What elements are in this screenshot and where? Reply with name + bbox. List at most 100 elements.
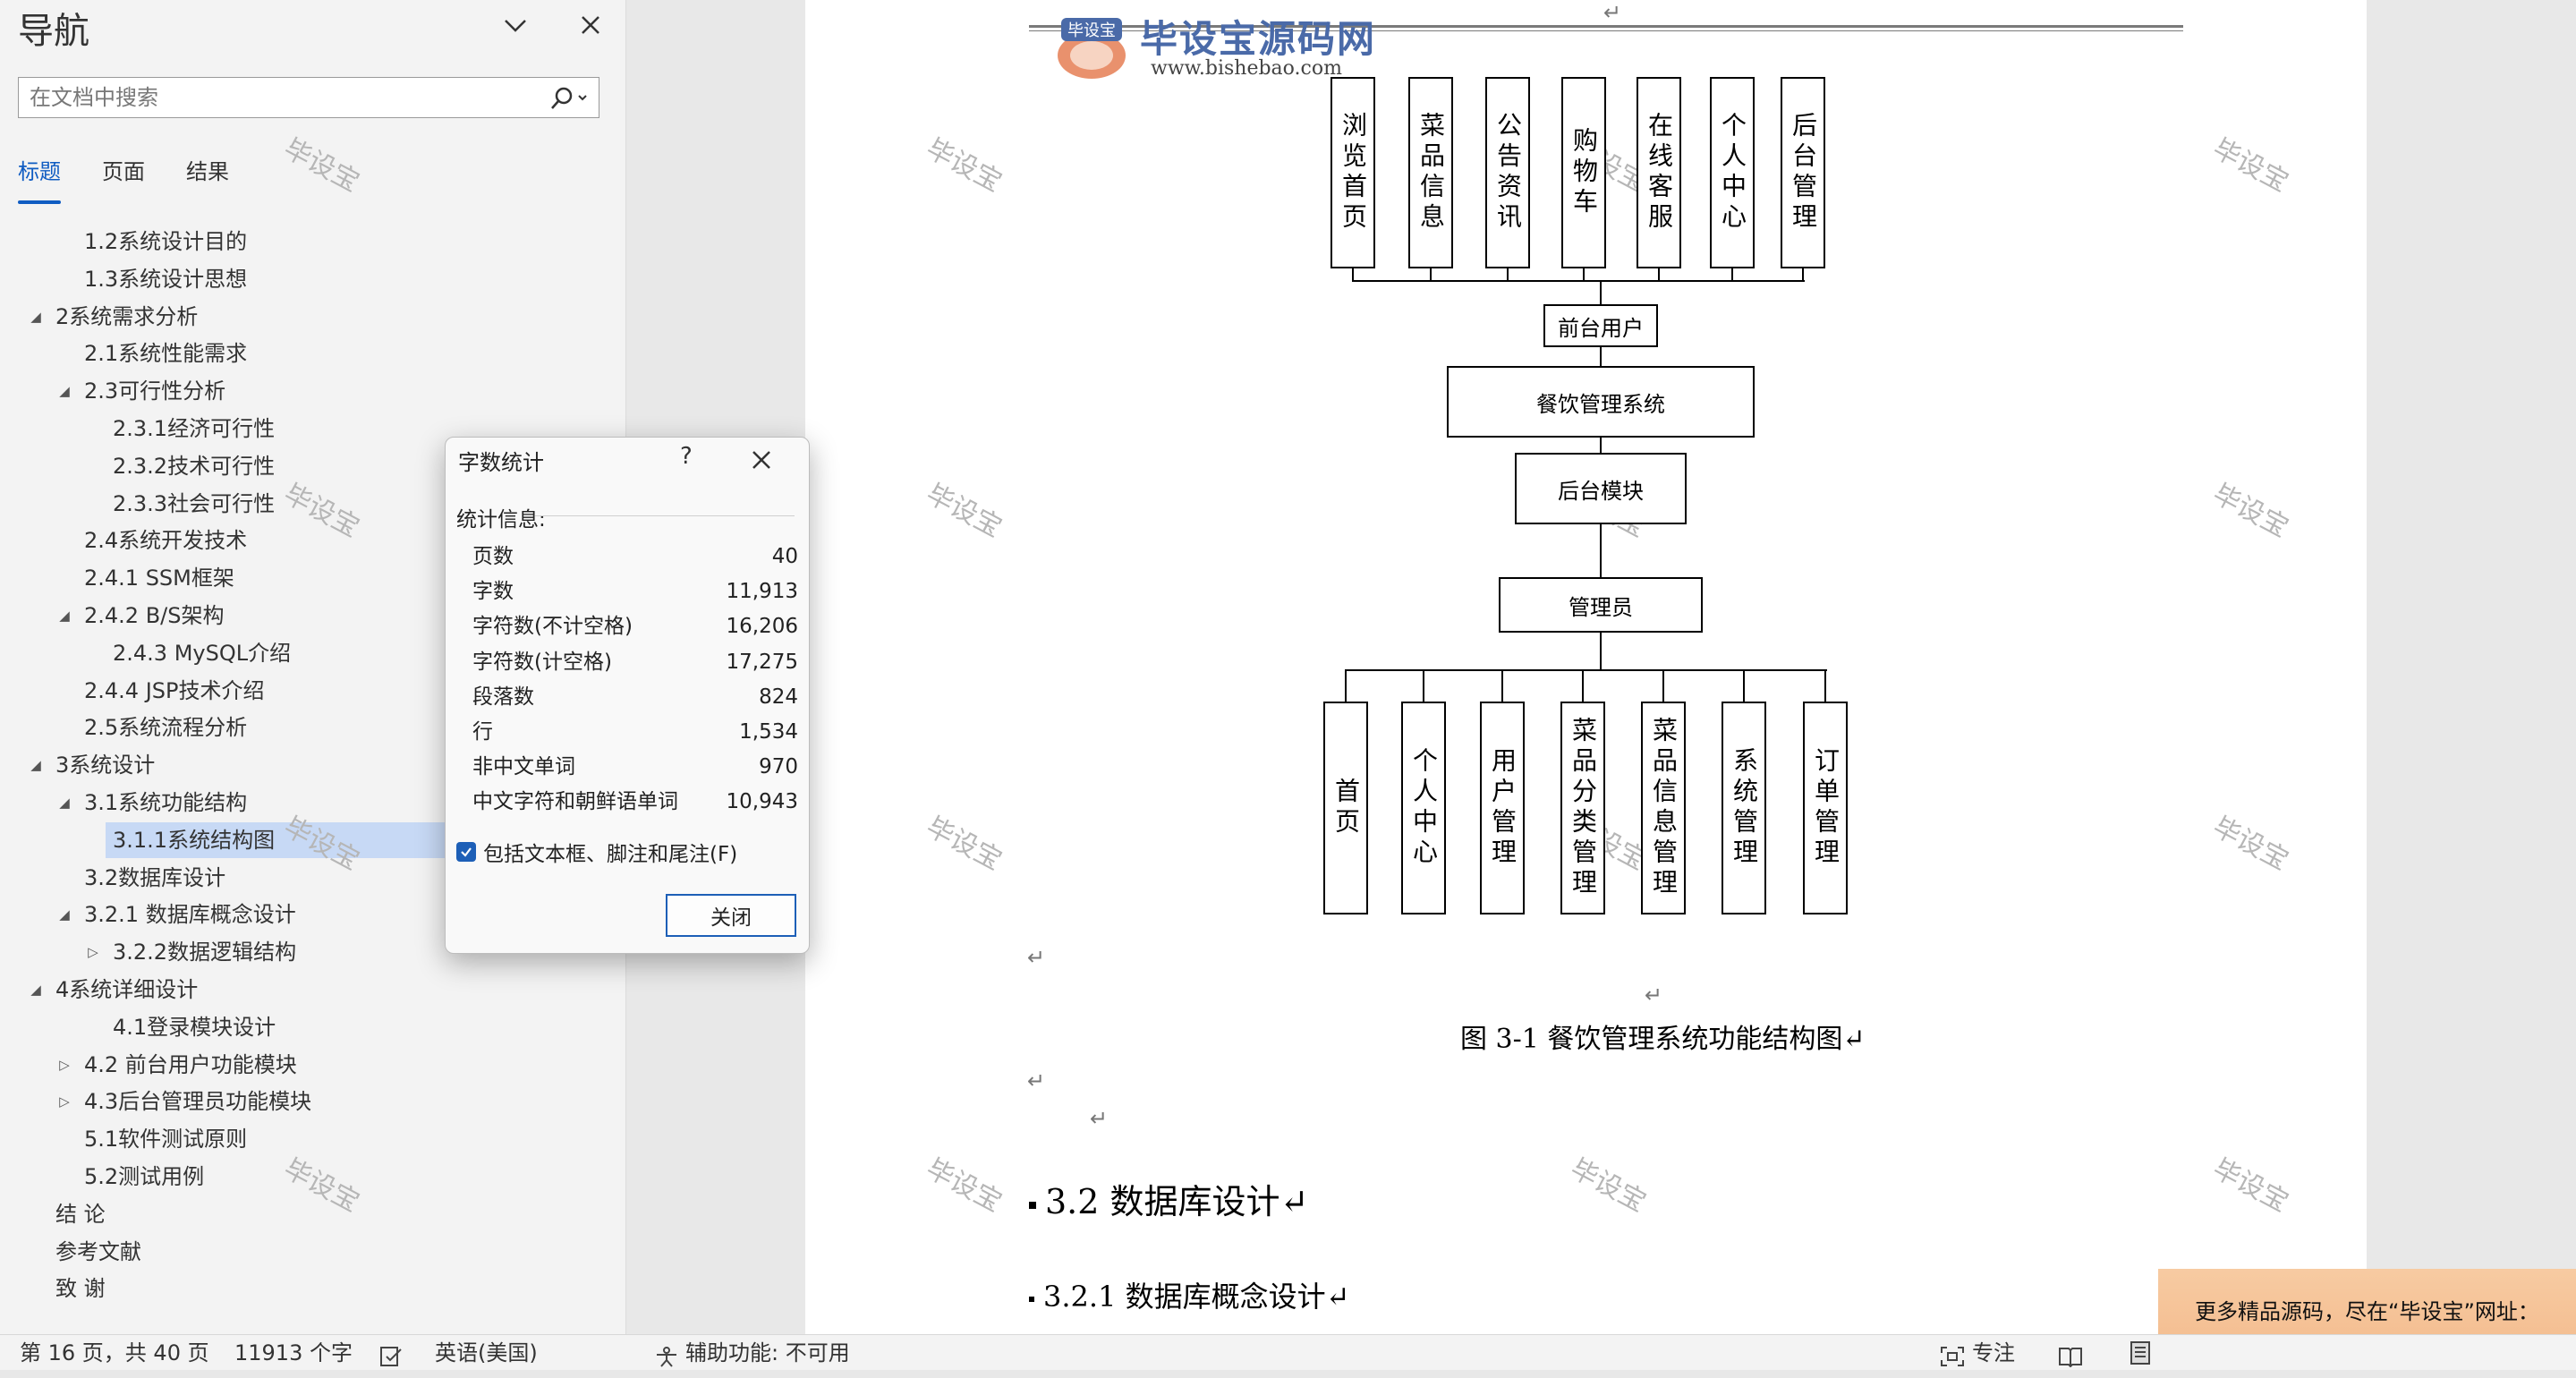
tree-item[interactable]: ▷ 4.2 前台用户功能模块	[0, 1047, 626, 1083]
connector-line	[1600, 438, 1602, 454]
close-icon[interactable]	[748, 447, 775, 473]
expand-arrow-icon[interactable]: ◢	[55, 373, 73, 409]
close-button[interactable]: 关闭	[666, 894, 796, 937]
connector-line	[1600, 280, 1602, 305]
stat-value: 17,275	[726, 650, 798, 674]
tree-item[interactable]: 5.1软件测试原则	[0, 1121, 626, 1157]
connector-line	[1345, 669, 1347, 702]
stat-row: 字数 11,913	[472, 574, 798, 609]
accessibility-status[interactable]: 辅助功能: 不可用	[685, 1335, 850, 1371]
paragraph-mark: ↵	[1603, 0, 1622, 25]
tree-item[interactable]: 4.1登录模块设计	[0, 1009, 626, 1045]
connector-line	[1423, 669, 1424, 702]
stat-value: 40	[771, 545, 798, 568]
search-box	[18, 77, 599, 118]
print-layout-icon[interactable]	[2128, 1340, 2153, 1376]
stat-value: 824	[759, 685, 798, 709]
close-icon[interactable]	[571, 5, 610, 45]
nav-title: 导航	[18, 11, 89, 52]
admin-box: 管理员	[1499, 577, 1703, 633]
tree-item-label: 4.2 前台用户功能模块	[84, 1051, 297, 1077]
expand-arrow-icon[interactable]: ◢	[55, 897, 73, 932]
tab-headings[interactable]: 标题	[18, 157, 61, 206]
stat-row: 中文字符和朝鲜语单词 10,943	[472, 785, 798, 820]
checkbox-checked-icon[interactable]	[456, 842, 476, 862]
module-box: 个人中心	[1401, 702, 1446, 914]
tree-item-label: 3系统设计	[55, 753, 156, 778]
stat-row: 行 1,534	[472, 715, 798, 750]
heading-3-2[interactable]: 3.2 数据库设计↵	[1029, 1174, 1308, 1223]
tree-item-label: 2.1系统性能需求	[84, 341, 248, 367]
tree-item-label: 2.3.3社会可行性	[113, 490, 276, 516]
connector-line	[1600, 633, 1602, 670]
tree-item[interactable]: ◢ 4系统详细设计	[0, 972, 626, 1008]
tree-item-label: 2.4.1 SSM框架	[84, 566, 234, 591]
expand-arrow-icon[interactable]: ◢	[55, 785, 73, 821]
stat-label: 页数	[472, 545, 514, 568]
page-count[interactable]: 第 16 页，共 40 页	[20, 1335, 209, 1371]
tree-item-label: 2.4.2 B/S架构	[84, 603, 225, 628]
stat-value: 10,943	[726, 790, 798, 814]
connector-line	[1662, 669, 1664, 702]
connector-line	[1731, 268, 1733, 281]
tree-item[interactable]: ▷ 4.3后台管理员功能模块	[0, 1084, 626, 1119]
module-box: 用户管理	[1480, 702, 1525, 914]
module-box: 首页	[1323, 702, 1368, 914]
connector-line	[1600, 524, 1602, 578]
stat-value: 1,534	[739, 720, 798, 744]
expand-arrow-icon[interactable]: ◢	[27, 972, 45, 1008]
logo-url: www.bishebao.com	[1151, 57, 1342, 80]
front-user-box: 前台用户	[1543, 304, 1658, 347]
tree-item[interactable]: 1.2系统设计目的	[0, 224, 626, 259]
collapse-arrow-icon[interactable]: ▷	[55, 1047, 73, 1083]
module-box: 公告资讯	[1485, 77, 1530, 268]
language[interactable]: 英语(美国)	[435, 1335, 538, 1371]
tree-item-label: 5.1软件测试原则	[84, 1127, 248, 1153]
tree-item[interactable]: ◢ 2系统需求分析	[0, 299, 626, 335]
tree-item-label: 2.4系统开发技术	[84, 528, 248, 554]
expand-arrow-icon[interactable]: ◢	[27, 747, 45, 783]
logo-text: 毕设宝源码网	[1140, 17, 1377, 61]
focus-mode[interactable]: 专注	[1972, 1335, 2015, 1371]
include-textboxes-checkbox[interactable]: 包括文本框、脚注和尾注(F)	[456, 837, 737, 867]
focus-icon[interactable]	[1940, 1342, 1965, 1378]
stats-section-label: 统计信息:	[456, 508, 546, 532]
tree-item[interactable]: 致 谢	[0, 1271, 626, 1306]
tree-item-selected[interactable]: 3.1.1系统结构图	[106, 821, 446, 858]
chevron-down-icon[interactable]	[496, 5, 535, 45]
help-button[interactable]: ?	[680, 443, 693, 470]
paragraph-mark: ↵	[1027, 1068, 1046, 1093]
tree-item-label: 致 谢	[55, 1276, 106, 1302]
figure-caption: 图 3-1 餐饮管理系统功能结构图↵	[1460, 1024, 1866, 1055]
tree-item[interactable]: ◢ 2.3可行性分析	[0, 373, 626, 409]
tab-pages[interactable]: 页面	[102, 157, 145, 206]
module-box: 购物车	[1561, 77, 1606, 268]
tree-item-label: 3.2.2数据逻辑结构	[113, 940, 297, 965]
collapse-arrow-icon[interactable]: ▷	[55, 1084, 73, 1119]
search-icon[interactable]	[545, 83, 591, 114]
promo-line1: 更多精品源码，尽在“毕设宝”网址：	[2195, 1299, 2539, 1324]
stat-label: 字数	[472, 580, 514, 604]
stat-label: 中文字符和朝鲜语单词	[472, 790, 678, 814]
accessibility-icon[interactable]	[653, 1342, 680, 1378]
expand-arrow-icon[interactable]: ◢	[27, 299, 45, 335]
module-box: 系统管理	[1722, 702, 1766, 914]
tree-item[interactable]: 结 论	[0, 1196, 626, 1232]
tree-item-label: 2.4.4 JSP技术介绍	[84, 677, 265, 703]
tab-results[interactable]: 结果	[186, 157, 229, 206]
paragraph-mark: ↵	[1090, 1106, 1109, 1131]
tree-item[interactable]: 1.3系统设计思想	[0, 261, 626, 297]
module-box: 个人中心	[1710, 77, 1755, 268]
tree-item-label: 2.4.3 MySQL介绍	[113, 640, 292, 666]
read-mode-icon[interactable]	[2058, 1342, 2083, 1378]
backend-box: 后台模块	[1515, 453, 1687, 524]
tree-item[interactable]: 2.1系统性能需求	[0, 336, 626, 371]
expand-arrow-icon[interactable]: ◢	[55, 598, 73, 634]
collapse-arrow-icon[interactable]: ▷	[84, 934, 102, 970]
heading-3-2-1[interactable]: 3.2.1 数据库概念设计↵	[1029, 1274, 1349, 1315]
word-count[interactable]: 11913 个字	[234, 1335, 353, 1371]
connector-line	[1582, 669, 1584, 702]
proofing-icon[interactable]	[379, 1342, 404, 1378]
search-input[interactable]	[30, 85, 531, 110]
tree-item[interactable]: 参考文献	[0, 1234, 626, 1270]
